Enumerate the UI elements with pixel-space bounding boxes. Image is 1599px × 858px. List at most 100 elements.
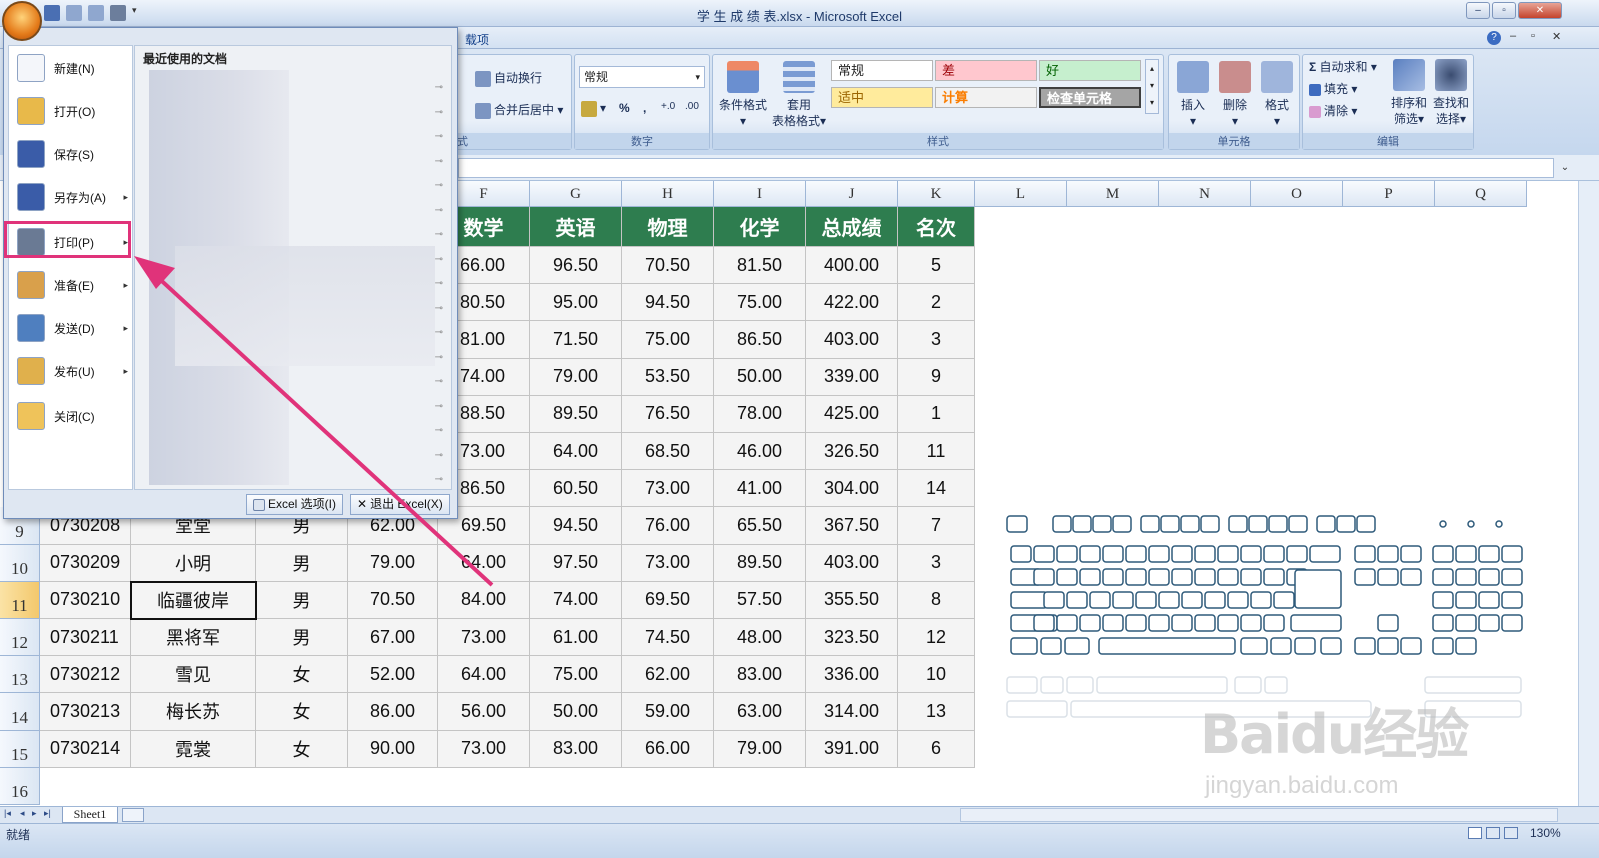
column-header-i[interactable]: I	[714, 181, 806, 207]
pin-icon[interactable]: ⊸	[435, 107, 443, 118]
tab-addins[interactable]: 载项	[465, 31, 489, 48]
sheet-nav-first-icon[interactable]: |◂	[4, 808, 11, 819]
table-cell[interactable]: 84.00	[438, 581, 530, 619]
minimize-button[interactable]: –	[1466, 2, 1490, 19]
table-cell[interactable]: 0730211	[40, 619, 131, 657]
table-cell[interactable]: 89.50	[530, 395, 622, 433]
column-header-j[interactable]: J	[806, 181, 898, 207]
sheet-nav-last-icon[interactable]: ▸|	[44, 808, 51, 819]
table-cell[interactable]: 56.00	[438, 693, 530, 731]
table-cell[interactable]: 61.00	[530, 619, 622, 657]
table-cell[interactable]: 78.00	[714, 395, 806, 433]
table-cell[interactable]: 94.50	[622, 284, 714, 322]
table-cell[interactable]: 50.00	[714, 358, 806, 396]
ribbon-close-icon[interactable]: ✕	[1552, 30, 1561, 43]
table-cell[interactable]: 64.00	[438, 544, 530, 582]
accounting-format-button[interactable]: ▾	[581, 101, 606, 117]
table-cell[interactable]: 57.50	[714, 581, 806, 619]
sort-filter-button[interactable]: 排序和 筛选▾	[1387, 59, 1431, 127]
table-cell[interactable]: 75.00	[622, 321, 714, 359]
table-cell[interactable]: 67.00	[348, 619, 438, 657]
merge-center-button[interactable]: 合并后居中 ▾	[475, 101, 563, 119]
exit-excel-button[interactable]: ✕ 退出 Excel(X)	[350, 494, 450, 515]
menu-item-prepare[interactable]: 准备(E) ▸	[9, 265, 134, 305]
column-header-l[interactable]: L	[975, 181, 1067, 207]
insert-button[interactable]: 插入 ▾	[1171, 61, 1215, 129]
percent-button[interactable]: %	[619, 101, 630, 115]
ribbon-minimize-icon[interactable]: –	[1510, 30, 1516, 42]
table-cell[interactable]: 355.50	[806, 581, 898, 619]
office-button[interactable]	[2, 1, 42, 41]
table-cell[interactable]: 小明	[131, 544, 256, 582]
pin-icon[interactable]: ⊸	[435, 450, 443, 461]
table-cell[interactable]: 50.00	[530, 693, 622, 731]
row-header[interactable]: 16	[0, 767, 40, 805]
table-cell[interactable]: 86.50	[714, 321, 806, 359]
number-format-select[interactable]: 常规 ▾	[579, 66, 705, 88]
table-cell[interactable]: 83.00	[714, 656, 806, 694]
horizontal-scrollbar[interactable]	[960, 808, 1558, 822]
table-header-cell[interactable]: 总成绩	[806, 207, 898, 247]
sheet-nav-next-icon[interactable]: ▸	[32, 808, 37, 819]
pin-icon[interactable]: ⊸	[435, 180, 443, 191]
maximize-button[interactable]: ▫	[1492, 2, 1516, 19]
formula-expand-icon[interactable]: ⌄	[1556, 159, 1574, 177]
menu-item-new-document[interactable]: 新建(N)	[9, 48, 134, 88]
table-cell[interactable]: 1	[898, 395, 975, 433]
pin-icon[interactable]: ⊸	[435, 131, 443, 142]
style-calculation[interactable]: 计算	[935, 87, 1037, 108]
table-cell[interactable]: 304.00	[806, 470, 898, 508]
pin-icon[interactable]: ⊸	[435, 401, 443, 412]
row-header[interactable]: 14	[0, 693, 40, 731]
row-header[interactable]: 11	[0, 581, 40, 619]
table-cell[interactable]: 2	[898, 284, 975, 322]
table-cell[interactable]: 3	[898, 544, 975, 582]
table-cell[interactable]: 66.00	[622, 730, 714, 768]
table-cell[interactable]: 0730212	[40, 656, 131, 694]
insert-sheet-icon[interactable]	[122, 808, 144, 822]
table-cell[interactable]: 0730213	[40, 693, 131, 731]
table-cell[interactable]: 76.50	[622, 395, 714, 433]
menu-item-save-disk[interactable]: 保存(S)	[9, 134, 134, 174]
table-cell[interactable]: 59.00	[622, 693, 714, 731]
table-cell[interactable]: 70.50	[622, 247, 714, 285]
table-cell[interactable]: 霓裳	[131, 730, 256, 768]
find-select-button[interactable]: 查找和 选择▾	[1429, 59, 1473, 127]
table-cell[interactable]: 53.50	[622, 358, 714, 396]
table-cell[interactable]: 8	[898, 581, 975, 619]
menu-item-send[interactable]: 发送(D) ▸	[9, 308, 134, 348]
table-cell[interactable]: 90.00	[348, 730, 438, 768]
menu-item-close-folder[interactable]: 关闭(C)	[9, 396, 134, 436]
comma-button[interactable]: ,	[643, 101, 646, 115]
wrap-text-button[interactable]: 自动换行	[475, 69, 542, 87]
menu-item-publish[interactable]: 发布(U) ▸	[9, 351, 134, 391]
decrease-decimal-button[interactable]: .00	[685, 101, 699, 112]
pin-icon[interactable]: ⊸	[435, 82, 443, 93]
table-cell[interactable]: 79.00	[530, 358, 622, 396]
table-cell[interactable]: 黑将军	[131, 619, 256, 657]
table-cell[interactable]: 女	[256, 656, 348, 694]
pin-icon[interactable]: ⊸	[435, 327, 443, 338]
table-cell[interactable]: 73.00	[622, 544, 714, 582]
table-cell[interactable]: 7	[898, 507, 975, 545]
page-layout-icon[interactable]	[1486, 827, 1500, 839]
table-header-cell[interactable]: 名次	[898, 207, 975, 247]
table-cell[interactable]: 9	[898, 358, 975, 396]
column-header-q[interactable]: Q	[1435, 181, 1527, 207]
table-cell[interactable]: 0730214	[40, 730, 131, 768]
table-cell[interactable]: 74.00	[530, 581, 622, 619]
increase-decimal-button[interactable]: +.0	[661, 101, 675, 112]
styles-scroll[interactable]: ▴ ▾ ▾	[1145, 59, 1159, 114]
pin-icon[interactable]: ⊸	[435, 303, 443, 314]
column-header-m[interactable]: M	[1067, 181, 1159, 207]
table-cell[interactable]: 73.00	[438, 730, 530, 768]
pin-icon[interactable]: ⊸	[435, 425, 443, 436]
table-cell[interactable]: 75.00	[530, 656, 622, 694]
column-header-k[interactable]: K	[898, 181, 975, 207]
excel-options-button[interactable]: Excel 选项(I)	[246, 494, 344, 515]
format-button[interactable]: 格式 ▾	[1255, 61, 1299, 129]
table-cell[interactable]: 81.50	[714, 247, 806, 285]
row-header[interactable]: 15	[0, 730, 40, 768]
help-icon[interactable]: ?	[1487, 31, 1501, 45]
table-cell[interactable]: 73.00	[438, 619, 530, 657]
